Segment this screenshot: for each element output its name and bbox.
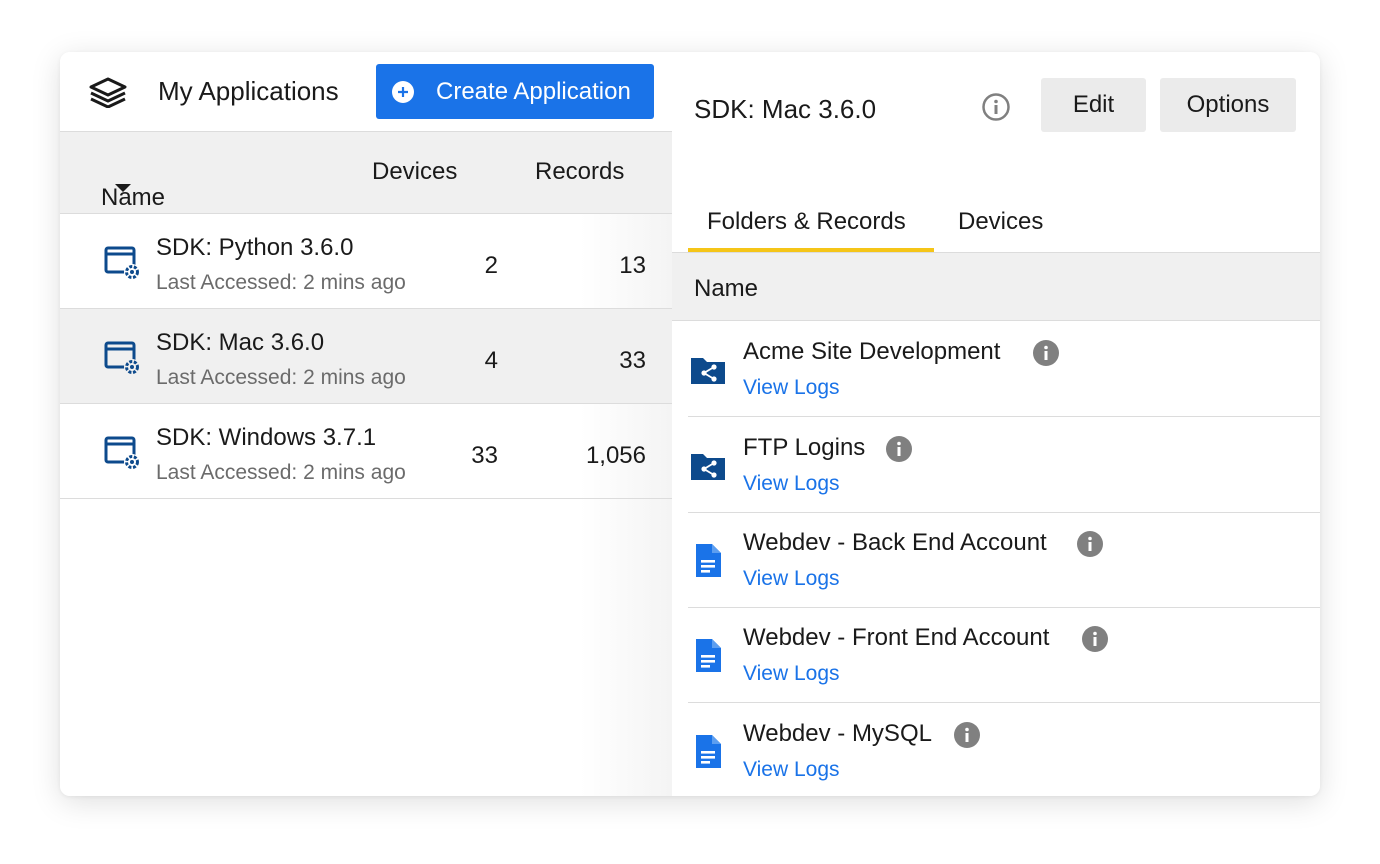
record-name: Webdev - Front End Account [743,624,1050,651]
record-row[interactable]: FTP Logins View Logs [688,418,1320,513]
application-name: SDK: Python 3.6.0 [156,234,354,261]
view-logs-link[interactable]: View Logs [743,376,840,400]
create-application-label: Create Application [436,77,631,105]
info-icon[interactable] [954,722,980,748]
records-count: 33 [619,347,646,374]
tab-devices[interactable]: Devices [958,208,1043,236]
application-row[interactable]: SDK: Windows 3.7.1 Last Accessed: 2 mins… [60,404,672,499]
record-name: Webdev - Back End Account [743,529,1047,556]
app-settings-icon [104,436,140,470]
layers-logo-icon [89,77,127,108]
tab-folders-records[interactable]: Folders & Records [707,208,906,236]
devices-column-label[interactable]: Devices [372,158,457,186]
records-count: 1,056 [585,442,646,469]
last-accessed: Last Accessed: 2 mins ago [156,271,406,294]
devices-count: 4 [484,347,498,374]
shared-folder-icon [691,358,725,384]
app-settings-icon [104,341,140,375]
info-icon[interactable] [981,92,1011,122]
applications-header: My Applications Create Application [60,52,672,132]
view-logs-link[interactable]: View Logs [743,662,840,686]
records-column-header: Name [672,253,1320,321]
record-row[interactable]: Webdev - Front End Account View Logs [688,608,1320,703]
record-name: Acme Site Development [743,338,1001,365]
info-icon[interactable] [1082,626,1108,652]
name-column-label: Name [694,275,759,302]
document-icon [696,639,721,672]
app-window: My Applications Create Application Name … [60,52,1320,796]
info-icon[interactable] [1033,340,1059,366]
detail-title: SDK: Mac 3.6.0 [694,94,877,124]
document-icon [696,735,721,768]
active-tab-indicator [688,248,934,252]
devices-count: 2 [484,252,498,279]
name-column-label: Name [101,184,166,211]
application-name: SDK: Windows 3.7.1 [156,424,377,451]
shared-folder-icon [691,454,725,480]
view-logs-link[interactable]: View Logs [743,758,840,782]
edit-button[interactable]: Edit [1041,78,1146,132]
plus-circle-icon [392,80,414,103]
view-logs-link[interactable]: View Logs [743,472,840,496]
application-detail-panel: SDK: Mac 3.6.0 Edit Options Folders & Re… [672,52,1320,796]
application-name: SDK: Mac 3.6.0 [156,329,325,356]
records-column-label[interactable]: Records [535,158,624,186]
records-count: 13 [619,252,646,279]
record-row[interactable]: Webdev - MySQL View Logs [688,704,1320,796]
record-name: FTP Logins [743,434,866,461]
sort-down-icon [115,184,131,192]
options-button[interactable]: Options [1160,78,1296,132]
info-icon[interactable] [1077,531,1103,557]
applications-column-header: Name Devices Records [60,132,672,214]
info-icon[interactable] [886,436,912,462]
view-logs-link[interactable]: View Logs [743,567,840,591]
record-row[interactable]: Webdev - Back End Account View Logs [688,513,1320,608]
application-row[interactable]: SDK: Python 3.6.0 Last Accessed: 2 mins … [60,214,672,309]
page-title: My Applications [158,76,339,106]
last-accessed: Last Accessed: 2 mins ago [156,461,406,484]
document-icon [696,544,721,577]
application-row[interactable]: SDK: Mac 3.6.0 Last Accessed: 2 mins ago… [60,309,672,404]
last-accessed: Last Accessed: 2 mins ago [156,366,406,389]
app-settings-icon [104,246,140,280]
devices-count: 33 [471,442,498,469]
record-row[interactable]: Acme Site Development View Logs [688,322,1320,417]
record-name: Webdev - MySQL [743,720,932,747]
applications-panel: My Applications Create Application Name … [60,52,672,796]
create-application-button[interactable]: Create Application [376,64,654,119]
